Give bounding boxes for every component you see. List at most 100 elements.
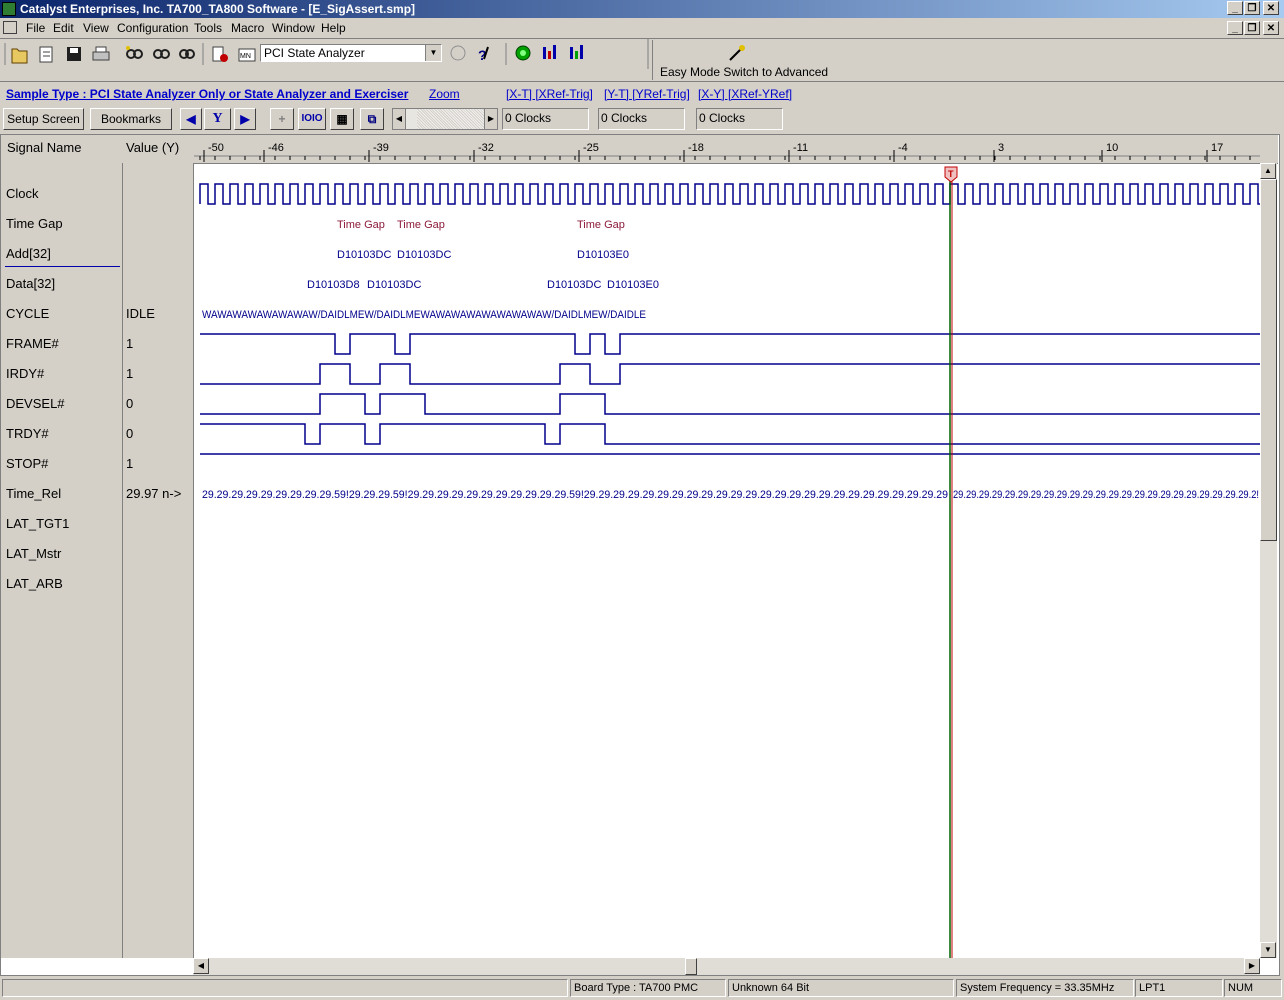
signal-name[interactable]: FRAME# bbox=[6, 336, 59, 351]
signal-name[interactable]: CYCLE bbox=[6, 306, 49, 321]
clocks-y-field: 0 Clocks bbox=[598, 108, 685, 130]
copy-button[interactable]: ⧉ bbox=[360, 108, 384, 130]
zoom-link[interactable]: Zoom bbox=[429, 87, 460, 101]
menu-help[interactable]: Help bbox=[321, 21, 346, 35]
menu-file[interactable]: File bbox=[26, 21, 45, 35]
grid-button[interactable]: ▦ bbox=[330, 108, 354, 130]
selected-signal-underline bbox=[5, 266, 120, 267]
analyzer-select[interactable]: PCI State Analyzer ▼ bbox=[260, 44, 442, 62]
signal-name[interactable]: Data[32] bbox=[6, 276, 55, 291]
signal-name[interactable]: STOP# bbox=[6, 456, 48, 471]
menu-tools[interactable]: Tools bbox=[194, 21, 222, 35]
stop-icon[interactable] bbox=[450, 45, 466, 61]
print-icon[interactable] bbox=[92, 46, 110, 61]
statistics-icon[interactable] bbox=[570, 45, 583, 59]
signal-name[interactable]: Time Gap bbox=[6, 216, 63, 231]
yt-link[interactable]: [Y-T] [YRef-Trig] bbox=[604, 87, 690, 101]
signal-value: IDLE bbox=[126, 306, 155, 321]
signal-name[interactable]: Add[32] bbox=[6, 246, 51, 261]
signal-name[interactable]: TRDY# bbox=[6, 426, 49, 441]
address-label: D10103DC bbox=[337, 249, 391, 261]
slider-track[interactable] bbox=[417, 109, 485, 129]
help-icon[interactable]: ? bbox=[478, 46, 489, 63]
sample-type-link[interactable]: Sample Type : PCI State Analyzer Only or… bbox=[6, 87, 408, 101]
close-button[interactable]: ✕ bbox=[1263, 1, 1279, 15]
clock-waveform bbox=[199, 183, 1260, 205]
signal-name[interactable]: DEVSEL# bbox=[6, 396, 65, 411]
scroll-right-arrow[interactable]: ▶ bbox=[1244, 958, 1260, 974]
trdy-waveform bbox=[200, 423, 1260, 445]
clocks-x-field: 0 Clocks bbox=[502, 108, 589, 130]
vertical-scroll-thumb[interactable] bbox=[1260, 179, 1277, 541]
run-icon[interactable] bbox=[515, 45, 531, 61]
signal-value: 0 bbox=[126, 426, 134, 441]
y-button[interactable]: Y bbox=[204, 108, 231, 130]
save-icon[interactable] bbox=[67, 47, 81, 61]
signal-value: 29.97 n-> bbox=[126, 486, 182, 501]
menu-window[interactable]: Window bbox=[272, 21, 315, 35]
menu-bar: File Edit View Configuration Tools Macro… bbox=[0, 18, 1284, 39]
svg-text:MN: MN bbox=[240, 53, 251, 60]
xy-link[interactable]: [X-Y] [XRef-YRef] bbox=[698, 87, 792, 101]
chevron-down-icon[interactable]: ▼ bbox=[425, 45, 441, 61]
scroll-down-arrow[interactable]: ▼ bbox=[1260, 942, 1276, 958]
signal-value: 1 bbox=[126, 366, 134, 381]
mdi-minimize-button[interactable]: _ bbox=[1227, 21, 1243, 35]
board-type-status: Board Type : TA700 PMC bbox=[570, 979, 726, 997]
waveform-canvas[interactable]: Time Gap Time Gap Time Gap D10103DC D10103DC… bbox=[194, 163, 1260, 958]
signal-name[interactable]: LAT_TGT1 bbox=[6, 516, 69, 531]
signal-name[interactable]: IRDY# bbox=[6, 366, 44, 381]
horizontal-scroll-thumb[interactable] bbox=[685, 958, 697, 975]
signal-name[interactable]: Time_Rel bbox=[6, 486, 61, 501]
trigger-marker-label: T bbox=[948, 169, 954, 179]
time-gap-label: Time Gap bbox=[397, 219, 445, 231]
menu-configuration[interactable]: Configuration bbox=[117, 21, 188, 35]
ruler-tick-label: -39 bbox=[373, 142, 389, 154]
open-file-icon[interactable] bbox=[39, 46, 53, 63]
menu-macro[interactable]: Macro bbox=[231, 21, 264, 35]
vertical-scrollbar[interactable]: ▲ ▼ bbox=[1260, 163, 1277, 958]
time-gap-label: Time Gap bbox=[337, 219, 385, 231]
document-icon[interactable] bbox=[3, 21, 17, 34]
open-folder-icon[interactable] bbox=[11, 48, 28, 64]
find-next-icon[interactable] bbox=[153, 49, 170, 59]
scroll-left-arrow[interactable]: ◀ bbox=[193, 958, 209, 974]
irdy-waveform bbox=[200, 363, 1260, 385]
find-prev-icon[interactable] bbox=[179, 49, 195, 59]
maximize-button[interactable]: ❐ bbox=[1244, 1, 1260, 15]
memory-icon[interactable]: MN bbox=[238, 48, 256, 62]
next-arrow-button[interactable]: ▶ bbox=[234, 108, 256, 130]
bookmarks-button[interactable]: Bookmarks bbox=[90, 108, 172, 130]
slider-right-arrow[interactable]: ▶ bbox=[484, 109, 497, 129]
frame-waveform bbox=[200, 333, 1260, 355]
menu-edit[interactable]: Edit bbox=[53, 21, 74, 35]
signal-name[interactable]: LAT_ARB bbox=[6, 576, 63, 591]
setup-screen-button[interactable]: Setup Screen bbox=[3, 108, 84, 130]
prev-arrow-button[interactable]: ◀ bbox=[180, 108, 202, 130]
hex-button[interactable]: IOIO bbox=[298, 108, 326, 130]
find-icon[interactable] bbox=[126, 46, 143, 59]
chart-icon[interactable] bbox=[543, 45, 556, 59]
easy-mode-button[interactable]: Easy Mode Switch to Advanced bbox=[652, 40, 828, 80]
signal-value: 0 bbox=[126, 396, 134, 411]
horizontal-scrollbar[interactable]: ◀ ▶ bbox=[193, 958, 1260, 975]
menu-view[interactable]: View bbox=[83, 21, 109, 35]
value-column bbox=[123, 163, 194, 958]
slider-left-arrow[interactable]: ◀ bbox=[393, 109, 406, 129]
port-status: LPT1 bbox=[1135, 979, 1223, 997]
app-icon bbox=[2, 2, 16, 16]
delete-icon[interactable] bbox=[212, 46, 228, 62]
signal-value: 1 bbox=[126, 336, 134, 351]
data-label: D10103E0 bbox=[607, 279, 659, 291]
minimize-button[interactable]: _ bbox=[1227, 1, 1243, 15]
clocks-xy-field: 0 Clocks bbox=[696, 108, 783, 130]
signal-name[interactable]: Clock bbox=[6, 186, 39, 201]
xt-link[interactable]: [X-T] [XRef-Trig] bbox=[506, 87, 593, 101]
mdi-restore-button[interactable]: ❐ bbox=[1244, 21, 1260, 35]
scroll-up-arrow[interactable]: ▲ bbox=[1260, 163, 1276, 179]
plus-button[interactable]: + bbox=[270, 108, 294, 130]
signal-name[interactable]: LAT_Mstr bbox=[6, 546, 61, 561]
zoom-slider[interactable]: ◀ ▶ bbox=[392, 108, 498, 130]
mdi-close-button[interactable]: ✕ bbox=[1263, 21, 1279, 35]
time-ruler: -50 -46 -39 -32 -25 -18 -11 -4 3 10 17 bbox=[194, 142, 1260, 162]
